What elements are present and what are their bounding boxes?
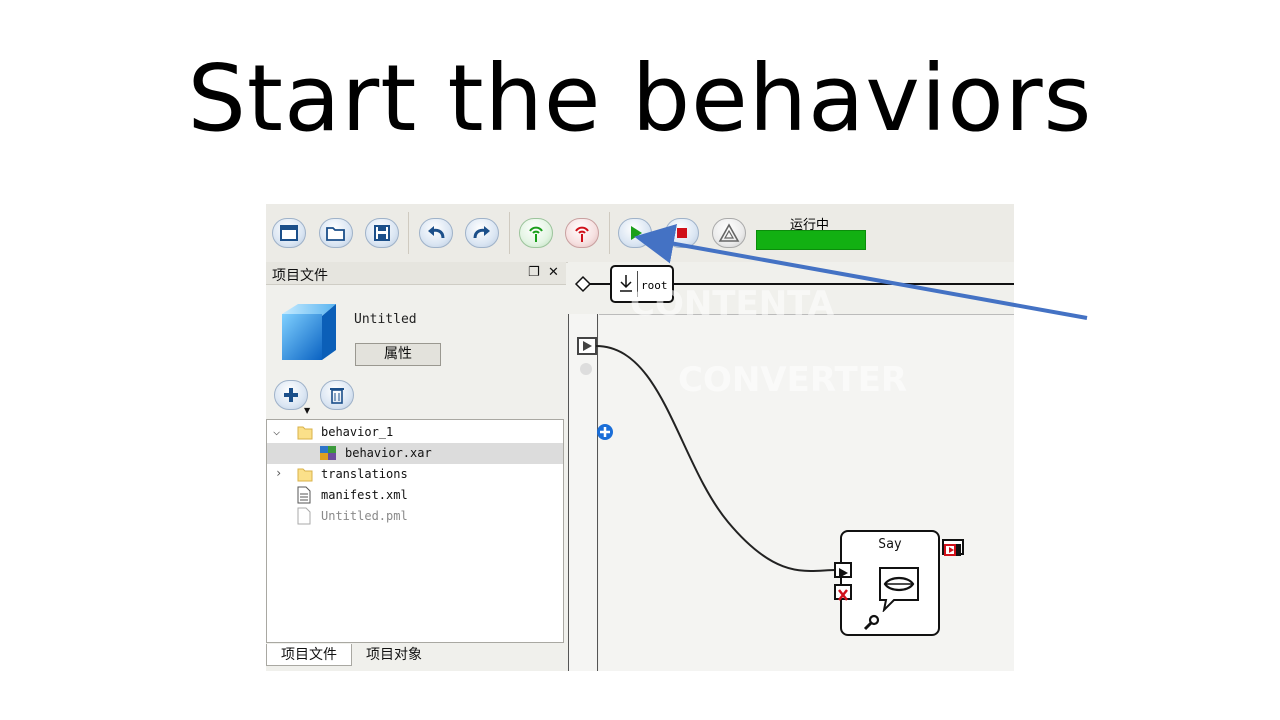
annotation-arrow xyxy=(634,223,1088,320)
